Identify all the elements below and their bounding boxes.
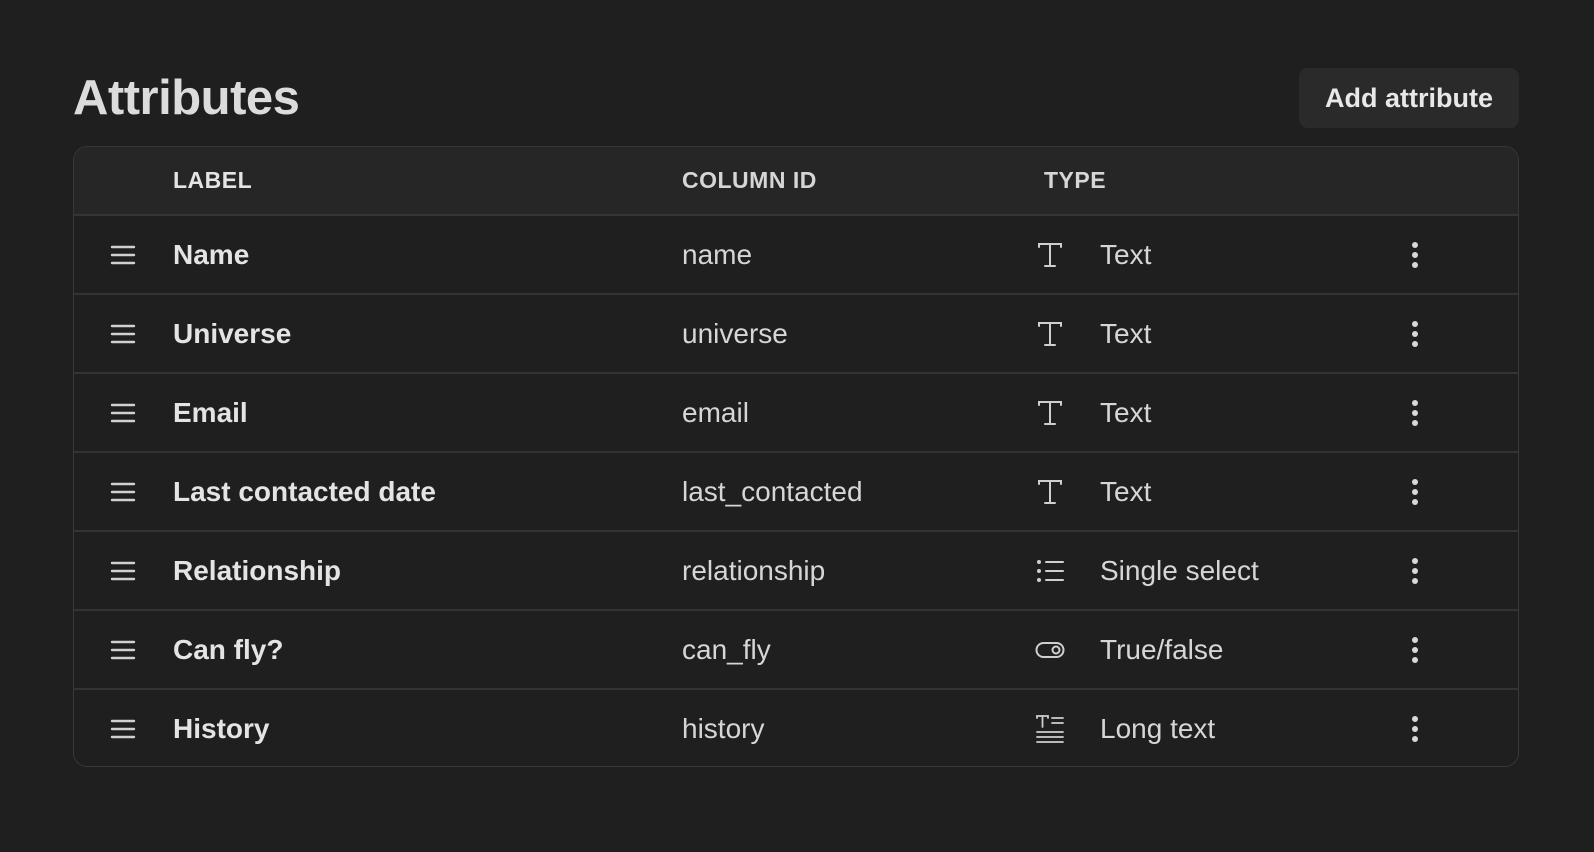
table-row[interactable]: Can fly? can_fly True/false — [74, 611, 1518, 690]
list-type-icon — [1035, 532, 1065, 609]
drag-handle-icon[interactable] — [110, 295, 136, 372]
drag-handle-icon[interactable] — [110, 453, 136, 530]
drag-handle-icon[interactable] — [110, 690, 136, 766]
table-row[interactable]: Relationship relationship Single select — [74, 532, 1518, 611]
table-row[interactable]: History history Long text — [74, 690, 1518, 766]
more-vertical-icon[interactable] — [1402, 532, 1428, 609]
more-vertical-icon[interactable] — [1402, 374, 1428, 451]
row-label: Can fly? — [173, 634, 284, 665]
row-label: Universe — [173, 318, 292, 349]
row-column-id: history — [682, 713, 765, 744]
drag-handle-icon[interactable] — [110, 216, 136, 293]
row-type: True/false — [1100, 634, 1224, 665]
header-type: TYPE — [1044, 167, 1107, 193]
drag-handle-icon[interactable] — [110, 532, 136, 609]
row-type: Text — [1100, 239, 1152, 270]
row-column-id: last_contacted — [682, 476, 863, 507]
drag-handle-icon[interactable] — [110, 611, 136, 688]
header-column-id: COLUMN ID — [682, 167, 817, 193]
text-type-icon — [1035, 216, 1065, 293]
table-body: Name name Text Universe universe Text Email ema… — [74, 216, 1518, 766]
table-row[interactable]: Last contacted date last_contacted Text — [74, 453, 1518, 532]
attributes-page: Attributes Add attribute LABEL COLUMN ID… — [0, 0, 1594, 852]
row-column-id: universe — [682, 318, 788, 349]
page-header: Attributes Add attribute — [73, 66, 1519, 128]
table-header: LABEL COLUMN ID TYPE — [74, 147, 1518, 216]
text-type-icon — [1035, 453, 1065, 530]
row-column-id: relationship — [682, 555, 826, 586]
add-attribute-button[interactable]: Add attribute — [1299, 68, 1519, 128]
row-column-id: can_fly — [682, 634, 771, 665]
row-label: Name — [173, 239, 250, 270]
more-vertical-icon[interactable] — [1402, 216, 1428, 293]
row-label: Email — [173, 397, 248, 428]
row-column-id: email — [682, 397, 749, 428]
more-vertical-icon[interactable] — [1402, 295, 1428, 372]
row-type: Long text — [1100, 713, 1216, 744]
table-row[interactable]: Email email Text — [74, 374, 1518, 453]
row-label: Last contacted date — [173, 476, 436, 507]
row-label: Relationship — [173, 555, 342, 586]
more-vertical-icon[interactable] — [1402, 611, 1428, 688]
page-title: Attributes — [73, 71, 300, 125]
drag-handle-icon[interactable] — [110, 374, 136, 451]
header-label: LABEL — [173, 167, 253, 193]
row-type: Text — [1100, 476, 1152, 507]
long-text-type-icon — [1035, 690, 1065, 766]
more-vertical-icon[interactable] — [1402, 690, 1428, 766]
table-row[interactable]: Universe universe Text — [74, 295, 1518, 374]
toggle-type-icon — [1035, 611, 1065, 688]
attributes-table: LABEL COLUMN ID TYPE Name name Text Univers… — [73, 146, 1519, 767]
table-row[interactable]: Name name Text — [74, 216, 1518, 295]
text-type-icon — [1035, 374, 1065, 451]
text-type-icon — [1035, 295, 1065, 372]
row-type: Text — [1100, 318, 1152, 349]
row-type: Text — [1100, 397, 1152, 428]
row-label: History — [173, 713, 270, 744]
row-column-id: name — [682, 239, 753, 270]
row-type: Single select — [1100, 555, 1259, 586]
more-vertical-icon[interactable] — [1402, 453, 1428, 530]
